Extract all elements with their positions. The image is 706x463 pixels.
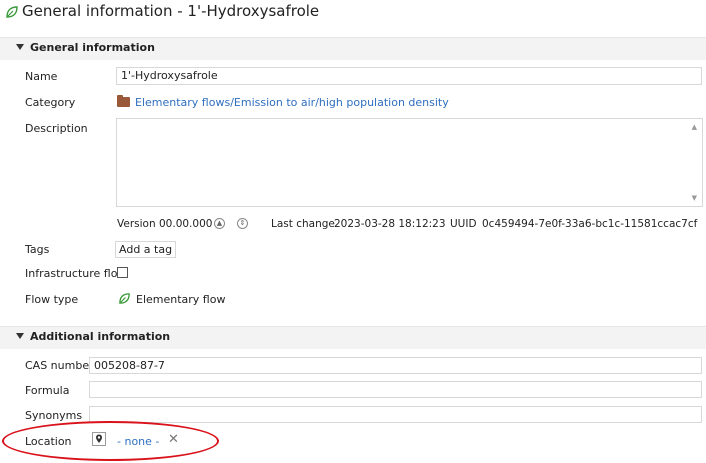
synonyms-label: Synonyms: [25, 409, 83, 422]
cas-number-field[interactable]: 005208-87-7: [89, 357, 702, 374]
flow-type-value: Elementary flow: [136, 293, 226, 306]
infrastructure-flow-checkbox[interactable]: [117, 267, 128, 278]
section-header-additional[interactable]: Additional information: [0, 326, 706, 349]
category-link[interactable]: Elementary flows/Emission to air/high po…: [135, 96, 449, 109]
category-label: Category: [25, 96, 76, 109]
description-label: Description: [25, 122, 88, 135]
scroll-down-icon[interactable]: ▼: [692, 194, 697, 202]
folder-icon: [117, 95, 130, 107]
last-change-value: 2023-03-28 18:12:23: [334, 218, 446, 230]
uuid-value: 0c459494-7e0f-33a6-bc1c-11581ccac7cf: [482, 218, 698, 230]
version-up-icon[interactable]: ▲: [214, 218, 225, 229]
name-field[interactable]: 1'-Hydroxysafrole: [116, 67, 702, 85]
highlight-ellipse: [2, 421, 219, 461]
version-label: Version: [117, 218, 156, 230]
add-tag-button[interactable]: Add a tag: [115, 241, 177, 258]
chevron-down-icon[interactable]: [16, 333, 24, 339]
section-title: General information: [30, 41, 155, 54]
name-label: Name: [25, 70, 58, 83]
last-change-label: Last change: [271, 218, 335, 230]
flow-type-label: Flow type: [25, 293, 79, 306]
infrastructure-flow-label: Infrastructure flow: [25, 267, 127, 280]
uuid-label: UUID: [450, 218, 477, 230]
version-down-icon[interactable]: ⇕: [237, 218, 248, 229]
section-header-general[interactable]: General information: [0, 37, 706, 60]
section-title: Additional information: [30, 330, 171, 343]
synonyms-field[interactable]: [89, 406, 702, 423]
formula-label: Formula: [25, 384, 70, 397]
leaf-icon: [6, 6, 18, 18]
leaf-icon: [119, 293, 130, 304]
formula-field[interactable]: [89, 381, 702, 398]
cas-number-label: CAS number: [25, 359, 94, 372]
version-value: 00.00.000: [159, 218, 213, 230]
page-title: General information - 1'-Hydroxysafrole: [22, 2, 320, 20]
scroll-up-icon[interactable]: ▲: [692, 123, 697, 131]
tags-label: Tags: [25, 243, 50, 256]
chevron-down-icon[interactable]: [16, 44, 24, 50]
description-textarea[interactable]: ▲ ▼: [116, 118, 703, 207]
